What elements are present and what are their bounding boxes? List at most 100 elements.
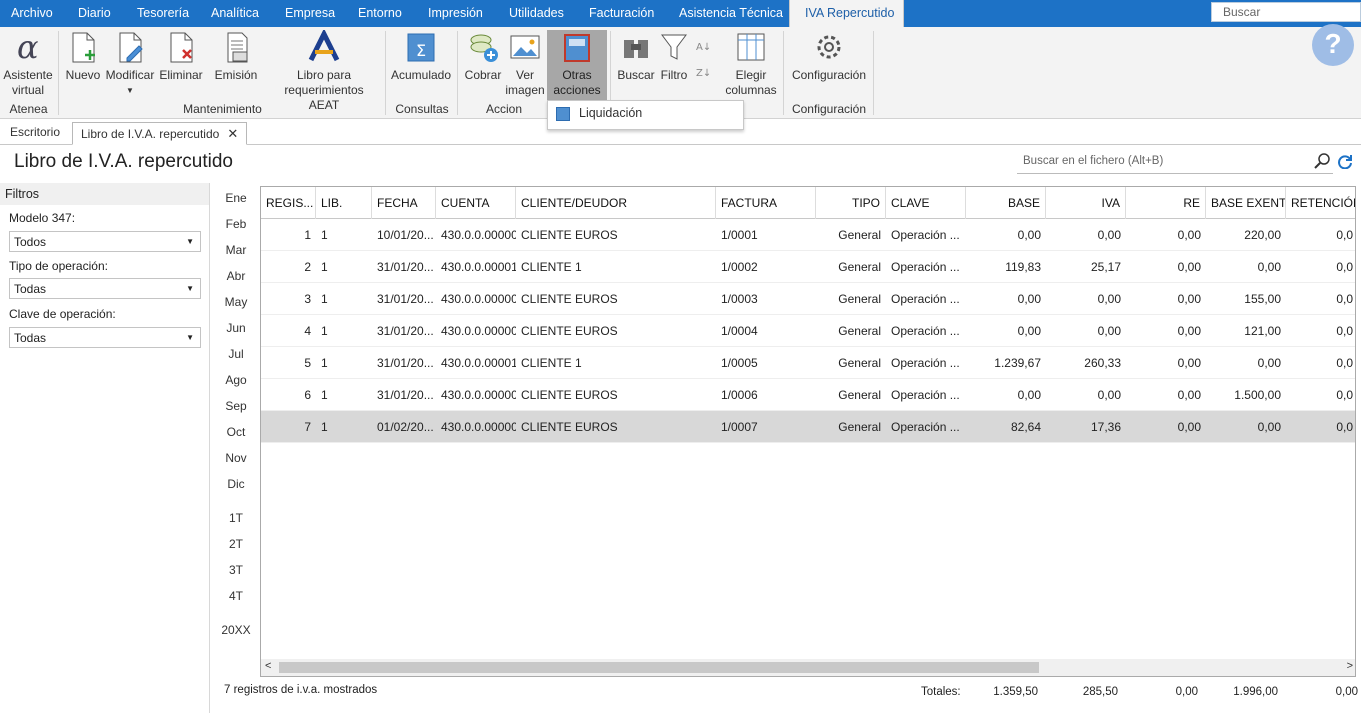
- column-header-cliente[interactable]: CLIENTE/DEUDOR: [516, 187, 716, 219]
- search-icon[interactable]: [1314, 153, 1330, 169]
- menu-diario[interactable]: Diario: [68, 0, 121, 27]
- cell-tipo: General: [838, 324, 881, 338]
- tab-escritorio[interactable]: Escritorio: [2, 122, 68, 145]
- configuracion-button[interactable]: Configuración: [790, 30, 868, 83]
- cell-cliente: CLIENTE 1: [521, 356, 582, 370]
- month-feb[interactable]: Feb: [222, 217, 250, 231]
- column-header-tipo[interactable]: TIPO: [816, 187, 886, 219]
- libro-aeat-button[interactable]: Libro para requerimientos AEAT: [268, 30, 380, 113]
- cell-clave: Operación ...: [891, 292, 960, 306]
- month-may[interactable]: May: [222, 295, 250, 309]
- quarter-2t[interactable]: 2T: [222, 537, 250, 551]
- ver-imagen-button[interactable]: Ver imagen: [505, 30, 545, 98]
- cell-cuenta: 430.0.0.00001: [441, 260, 516, 274]
- eliminar-button[interactable]: Eliminar: [158, 30, 204, 83]
- menu-asistencia-tecnica[interactable]: Asistencia Técnica: [669, 0, 793, 27]
- menu-archivo[interactable]: Archivo: [1, 0, 63, 27]
- month-nov[interactable]: Nov: [222, 451, 250, 465]
- cell-regis: 2: [304, 260, 311, 274]
- column-header-base-exenta[interactable]: BASE EXENTA: [1206, 187, 1286, 219]
- table-row[interactable]: 1 1 10/01/20... 430.0.0.00000 CLIENTE EUROS 1…: [261, 219, 1355, 251]
- table-row[interactable]: 7 1 01/02/20... 430.0.0.00000 CLIENTE EUROS 1…: [261, 411, 1355, 443]
- libro-label-1: Libro para: [296, 68, 352, 82]
- quarter-1t[interactable]: 1T: [222, 511, 250, 525]
- column-header-lib[interactable]: LIB.: [316, 187, 372, 219]
- column-header-retencion[interactable]: RETENCIÓN: [1286, 187, 1355, 219]
- cell-factura: 1/0003: [721, 292, 758, 306]
- column-header-clave[interactable]: CLAVE: [886, 187, 966, 219]
- table-row[interactable]: 3 1 31/01/20... 430.0.0.00000 CLIENTE EUROS 1…: [261, 283, 1355, 315]
- menu-tesoreria[interactable]: Tesorería: [127, 0, 199, 27]
- acumulado-button[interactable]: Σ Acumulado: [390, 30, 452, 83]
- month-ene[interactable]: Ene: [222, 191, 250, 205]
- filtro-button[interactable]: Filtro: [657, 30, 691, 83]
- modificar-button[interactable]: Modificar ▼: [104, 30, 156, 98]
- scrollbar-thumb[interactable]: [279, 662, 1039, 673]
- month-abr[interactable]: Abr: [222, 269, 250, 283]
- elegir-columnas-button[interactable]: Elegir columnas: [724, 30, 778, 98]
- clave-operacion-select[interactable]: Todas ▼: [9, 327, 201, 348]
- scroll-right-icon[interactable]: >: [1347, 660, 1353, 672]
- quarter-3t[interactable]: 3T: [222, 563, 250, 577]
- coins-icon: [470, 34, 498, 62]
- table-row[interactable]: 5 1 31/01/20... 430.0.0.00001 CLIENTE 1 1/000…: [261, 347, 1355, 379]
- table-row[interactable]: 4 1 31/01/20... 430.0.0.00000 CLIENTE EUROS 1…: [261, 315, 1355, 347]
- cell-regis: 3: [304, 292, 311, 306]
- month-mar[interactable]: Mar: [222, 243, 250, 257]
- refresh-icon[interactable]: [1337, 153, 1353, 169]
- file-search-input[interactable]: Buscar en el fichero (Alt+B): [1017, 150, 1333, 174]
- scroll-left-icon[interactable]: <: [265, 660, 271, 672]
- cobrar-button[interactable]: Cobrar: [463, 30, 503, 83]
- menu-iva-repercutido[interactable]: IVA Repercutido: [789, 0, 904, 27]
- otras-acciones-button[interactable]: Otras acciones: [547, 30, 607, 100]
- menu-facturacion[interactable]: Facturación: [579, 0, 664, 27]
- menu-item-liquidacion[interactable]: Liquidación: [579, 106, 642, 120]
- cell-cliente: CLIENTE EUROS: [521, 228, 618, 242]
- month-sep[interactable]: Sep: [222, 399, 250, 413]
- column-header-factura[interactable]: FACTURA: [716, 187, 816, 219]
- column-header-regis[interactable]: REGIS...: [261, 187, 316, 219]
- help-button[interactable]: ?: [1312, 24, 1354, 66]
- month-ago[interactable]: Ago: [222, 373, 250, 387]
- quarter-4t[interactable]: 4T: [222, 589, 250, 603]
- menu-entorno[interactable]: Entorno: [348, 0, 412, 27]
- total-retencion: 0,00: [1335, 686, 1358, 698]
- table-row[interactable]: 2 1 31/01/20... 430.0.0.00001 CLIENTE 1 1/000…: [261, 251, 1355, 283]
- horizontal-scrollbar[interactable]: < >: [261, 659, 1355, 676]
- tipo-operacion-select[interactable]: Todas ▼: [9, 278, 201, 299]
- column-header-iva[interactable]: IVA: [1046, 187, 1126, 219]
- cell-lib: 1: [321, 324, 328, 338]
- cell-fecha: 31/01/20...: [377, 356, 434, 370]
- emision-button[interactable]: Emisión: [212, 30, 260, 83]
- buscar-button[interactable]: Buscar: [616, 30, 656, 83]
- nuevo-button[interactable]: Nuevo: [63, 30, 103, 83]
- cell-fecha: 10/01/20...: [377, 228, 434, 242]
- configuracion-label: Configuración: [791, 68, 867, 82]
- sort-button[interactable]: A↓ Z↓: [693, 30, 715, 84]
- cell-cuenta: 430.0.0.00000: [441, 292, 516, 306]
- tab-libro-iva[interactable]: Libro de I.V.A. repercutido ✕: [72, 122, 248, 145]
- column-header-re[interactable]: RE: [1126, 187, 1206, 219]
- asistente-virtual-button[interactable]: α Asistente virtual: [2, 30, 54, 98]
- close-icon[interactable]: ✕: [227, 126, 238, 141]
- month-dic[interactable]: Dic: [222, 477, 250, 491]
- menu-empresa[interactable]: Empresa: [275, 0, 345, 27]
- cell-base-exenta: 0,00: [1257, 356, 1281, 370]
- global-search-input[interactable]: Buscar: [1211, 2, 1361, 22]
- month-jul[interactable]: Jul: [222, 347, 250, 361]
- table-row[interactable]: 6 1 31/01/20... 430.0.0.00000 CLIENTE EUROS 1…: [261, 379, 1355, 411]
- modelo-347-select[interactable]: Todos ▼: [9, 231, 201, 252]
- cell-re: 0,00: [1177, 292, 1201, 306]
- menu-impresion[interactable]: Impresión: [418, 0, 493, 27]
- column-header-cuenta[interactable]: CUENTA: [436, 187, 516, 219]
- column-header-base[interactable]: BASE: [966, 187, 1046, 219]
- menu-utilidades[interactable]: Utilidades: [499, 0, 574, 27]
- column-header-fecha[interactable]: FECHA: [372, 187, 436, 219]
- menu-analitica[interactable]: Analítica: [201, 0, 269, 27]
- year-selector[interactable]: 20XX: [218, 623, 254, 637]
- tab-libro-iva-label: Libro de I.V.A. repercutido: [81, 127, 220, 141]
- cell-base-exenta: 1.500,00: [1234, 388, 1281, 402]
- cell-lib: 1: [321, 260, 328, 274]
- month-jun[interactable]: Jun: [222, 321, 250, 335]
- month-oct[interactable]: Oct: [222, 425, 250, 439]
